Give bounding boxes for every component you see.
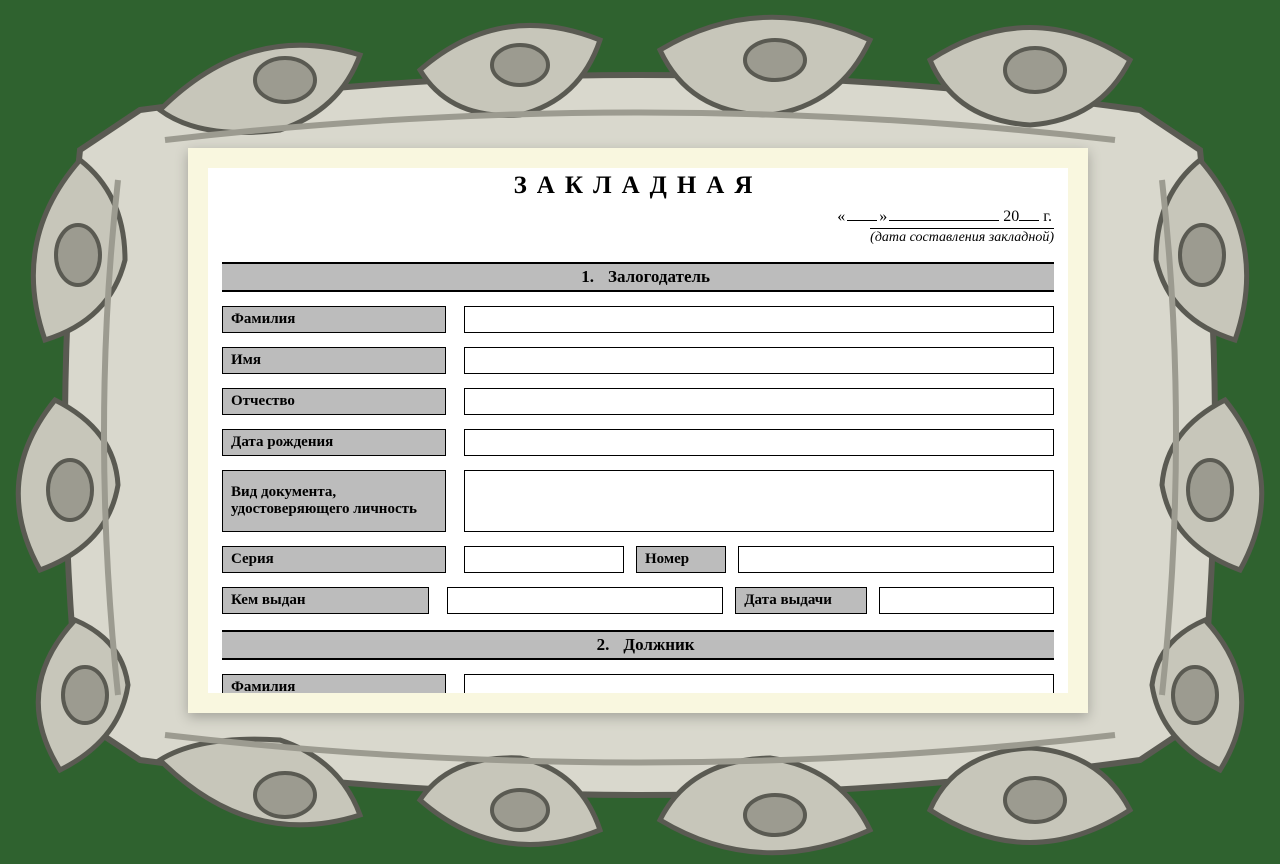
input-id-doc[interactable] xyxy=(464,470,1054,532)
section-2-header: 2.Должник xyxy=(222,630,1054,660)
label-dob: Дата рождения xyxy=(222,429,446,456)
label-issued-by: Кем выдан xyxy=(222,587,429,614)
input-series[interactable] xyxy=(464,546,624,573)
label-id-doc: Вид документа, удостоверяющего личность xyxy=(222,470,446,532)
label-surname: Фамилия xyxy=(222,306,446,333)
label-series: Серия xyxy=(222,546,446,573)
input-issued-by[interactable] xyxy=(447,587,723,614)
input-patronymic[interactable] xyxy=(464,388,1054,415)
label-issue-date: Дата выдачи xyxy=(735,587,867,614)
label-surname-2: Фамилия xyxy=(222,674,446,693)
label-number: Номер xyxy=(636,546,726,573)
input-name[interactable] xyxy=(464,347,1054,374)
label-patronymic: Отчество xyxy=(222,388,446,415)
input-number[interactable] xyxy=(738,546,1054,573)
input-surname-2[interactable] xyxy=(464,674,1054,693)
input-surname[interactable] xyxy=(464,306,1054,333)
document-title: ЗАКЛАДНАЯ xyxy=(222,172,1054,200)
section-1-header: 1.Залогодатель xyxy=(222,262,1054,292)
input-dob[interactable] xyxy=(464,429,1054,456)
date-line: «» 20 г. xyxy=(222,206,1052,226)
date-caption: (дата составления закладной) xyxy=(870,228,1054,246)
input-issue-date[interactable] xyxy=(879,587,1054,614)
document-page: ЗАКЛАДНАЯ «» 20 г. (дата составления зак… xyxy=(208,168,1068,693)
label-name: Имя xyxy=(222,347,446,374)
